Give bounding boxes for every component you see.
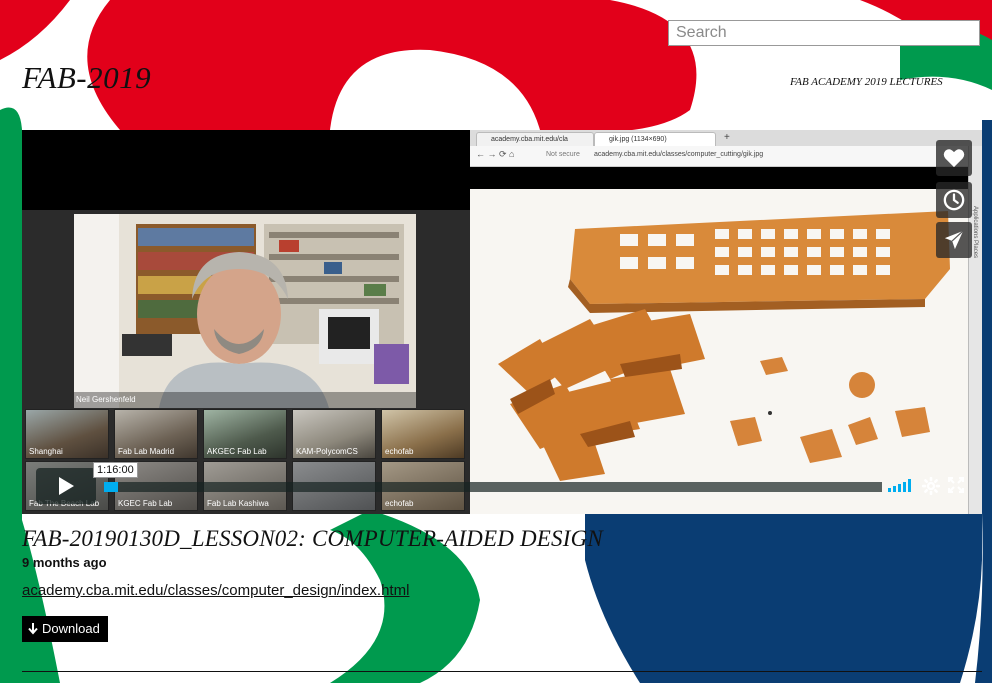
webcam-feed (74, 214, 416, 408)
download-arrow-icon (28, 623, 38, 635)
paper-plane-icon (944, 230, 964, 250)
thumbnail-label: Fab Lab Madrid (118, 447, 175, 456)
browser-tab-bar: academy.cba.mit.edu/cla gik.jpg (1134×69… (470, 130, 982, 146)
browser-tab: academy.cba.mit.edu/cla (476, 132, 594, 146)
volume-icon[interactable] (888, 478, 914, 492)
secure-label: Not secure (546, 151, 580, 158)
system-side-text: Applications Places (972, 206, 978, 259)
browser-address-bar: ← → ⟳ ⌂ Not secure academy.cba.mit.edu/c… (470, 146, 982, 167)
lecture-link[interactable]: academy.cba.mit.edu/classes/computer_des… (22, 582, 409, 599)
player-controls: 1:16:00 (22, 462, 982, 514)
browser-tab-active: gik.jpg (1134×690) (594, 132, 716, 146)
thumbnail-label: AKGEC Fab Lab (207, 447, 267, 456)
thumbnail-label: KAM-PolycomCS (296, 447, 358, 456)
thumbnail-tile[interactable]: Shanghai (25, 409, 109, 459)
video-player[interactable]: Neil Gershenfeld Shanghai Fab Lab Madrid… (22, 130, 982, 514)
download-button[interactable]: Download (22, 616, 108, 642)
shared-screen-browser: academy.cba.mit.edu/cla gik.jpg (1134×69… (470, 130, 982, 514)
video-letterbox (22, 130, 470, 210)
watch-later-button[interactable] (936, 182, 972, 218)
webcam-name-label: Neil Gershenfeld (76, 395, 136, 404)
thumbnail-label: Shanghai (29, 447, 63, 456)
progress-bar[interactable] (104, 482, 882, 492)
site-subtitle-link[interactable]: FAB ACADEMY 2019 LECTURES (790, 76, 943, 88)
search-input[interactable] (668, 20, 980, 46)
time-tooltip: 1:16:00 (93, 462, 138, 478)
thumbnail-tile[interactable]: AKGEC Fab Lab (203, 409, 287, 459)
divider (22, 671, 982, 672)
play-icon (59, 477, 74, 495)
video-title[interactable]: FAB-20190130D_LESSON02: COMPUTER-AIDED D… (22, 526, 603, 552)
fullscreen-icon[interactable] (948, 477, 964, 493)
thumbnail-tile[interactable]: Fab Lab Madrid (114, 409, 198, 459)
thumbnail-tile[interactable]: echofab (381, 409, 465, 459)
download-label: Download (42, 621, 100, 636)
browser-black-strip (470, 167, 982, 189)
thumbnail-tile[interactable]: KAM-PolycomCS (292, 409, 376, 459)
nav-arrows-icon: ← → ⟳ ⌂ (476, 149, 515, 159)
browser-tab-label: academy.cba.mit.edu/cla (491, 136, 568, 143)
like-button[interactable] (936, 140, 972, 176)
browser-url: academy.cba.mit.edu/classes/computer_cut… (594, 151, 764, 158)
progress-played (104, 482, 118, 492)
play-button[interactable] (36, 468, 96, 504)
heart-icon (943, 149, 965, 168)
share-button[interactable] (936, 222, 972, 258)
thumbnail-label: echofab (385, 447, 414, 456)
browser-tab-label: gik.jpg (1134×690) (609, 136, 667, 143)
site-title[interactable]: FAB-2019 (22, 60, 151, 96)
settings-icon[interactable] (922, 477, 940, 495)
video-age: 9 months ago (22, 555, 107, 570)
new-tab-icon: + (724, 132, 730, 143)
clock-icon (943, 189, 965, 211)
